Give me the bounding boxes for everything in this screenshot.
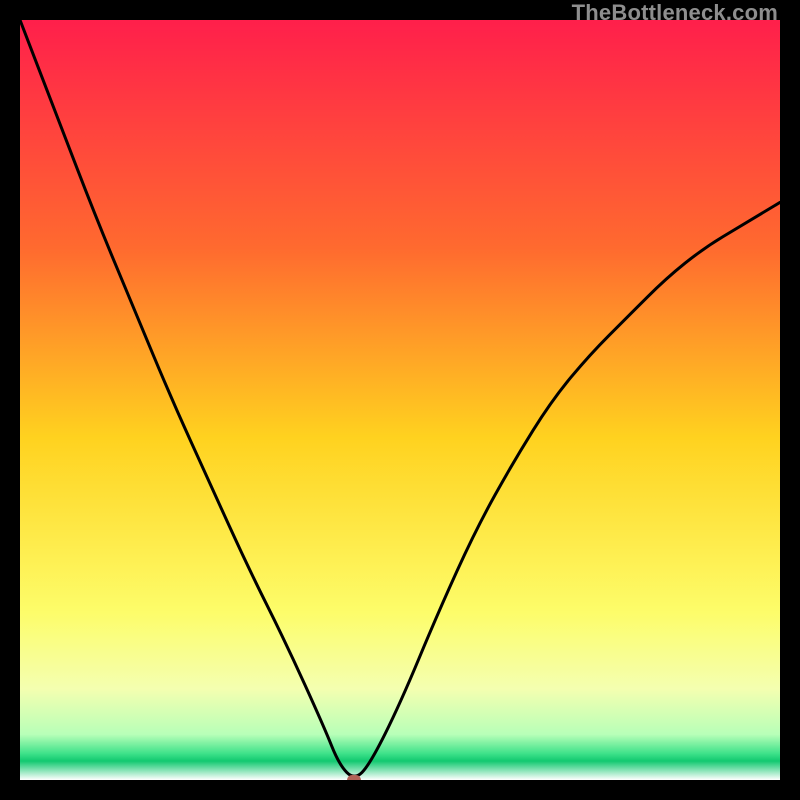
optimum-marker — [347, 775, 361, 780]
plot-area — [20, 20, 780, 780]
chart-frame: TheBottleneck.com — [0, 0, 800, 800]
bottleneck-curve — [20, 20, 780, 780]
